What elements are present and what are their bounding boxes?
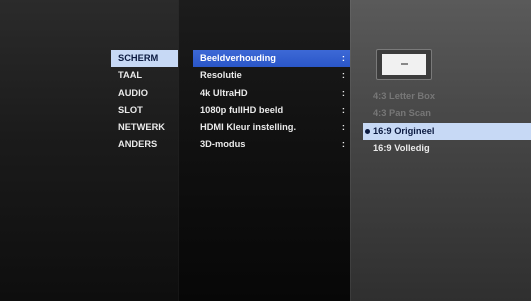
aspect-preview: [382, 54, 426, 75]
main-menu-item-taal[interactable]: TAAL: [111, 67, 178, 84]
sub-menu-item-1080p-fullhd[interactable]: 1080p fullHD beeld:: [193, 102, 350, 119]
value-separator: :: [341, 122, 345, 133]
sub-menu-item-label: 3D-modus: [200, 139, 246, 150]
option-label: 16:9 Volledig: [373, 142, 430, 153]
sub-menu-item-label: Resolutie: [200, 70, 242, 81]
option-label: 16:9 Origineel: [373, 125, 435, 136]
main-menu-item-scherm[interactable]: SCHERM: [111, 50, 178, 68]
value-separator: :: [341, 139, 345, 150]
option-4-3-pan-scan: 4:3 Pan Scan: [363, 105, 531, 122]
option-label: 4:3 Pan Scan: [373, 108, 431, 119]
panel-divider: [350, 0, 351, 301]
main-menu: SCHERM TAAL AUDIO SLOT NETWERK ANDERS: [111, 50, 178, 154]
value-separator: :: [341, 104, 345, 115]
sub-menu-item-3d-modus[interactable]: 3D-modus:: [193, 136, 350, 153]
main-menu-item-slot[interactable]: SLOT: [111, 102, 178, 119]
tv-screen-icon: [376, 49, 432, 80]
sub-menu-item-4k-ultrahd[interactable]: 4k UltraHD:: [193, 85, 350, 102]
value-separator: :: [341, 70, 345, 81]
main-menu-item-audio[interactable]: AUDIO: [111, 85, 178, 102]
option-16-9-volledig[interactable]: 16:9 Volledig: [363, 140, 531, 157]
sub-menu: Beeldverhouding: Resolutie: 4k UltraHD: …: [193, 50, 350, 154]
main-menu-item-label: SLOT: [118, 104, 143, 115]
value-separator: :: [341, 53, 345, 63]
option-4-3-letter-box: 4:3 Letter Box: [363, 88, 531, 105]
main-menu-item-label: SCHERM: [118, 53, 159, 63]
main-menu-item-anders[interactable]: ANDERS: [111, 136, 178, 153]
main-menu-item-netwerk[interactable]: NETWERK: [111, 119, 178, 136]
main-menu-item-label: AUDIO: [118, 87, 148, 98]
aspect-ratio-options: 4:3 Letter Box 4:3 Pan Scan 16:9 Origine…: [363, 88, 531, 157]
main-menu-item-label: ANDERS: [118, 139, 158, 150]
option-label: 4:3 Letter Box: [373, 91, 435, 101]
main-menu-item-label: TAAL: [118, 70, 143, 81]
sub-menu-item-hdmi-kleur[interactable]: HDMI Kleur instelling.:: [193, 119, 350, 136]
sub-menu-item-label: 4k UltraHD: [200, 87, 248, 98]
sub-menu-item-label: HDMI Kleur instelling.: [200, 122, 297, 133]
selected-bullet-icon: [365, 128, 370, 134]
value-separator: :: [341, 87, 345, 98]
sub-menu-item-label: Beeldverhouding: [200, 53, 276, 63]
option-16-9-origineel[interactable]: 16:9 Origineel: [363, 122, 531, 140]
sub-menu-item-label: 1080p fullHD beeld: [200, 104, 284, 115]
sub-menu-item-resolutie[interactable]: Resolutie:: [193, 67, 350, 84]
panel-divider: [178, 0, 179, 301]
main-menu-item-label: NETWERK: [118, 122, 165, 133]
sub-menu-item-beeldverhouding[interactable]: Beeldverhouding:: [193, 50, 350, 68]
